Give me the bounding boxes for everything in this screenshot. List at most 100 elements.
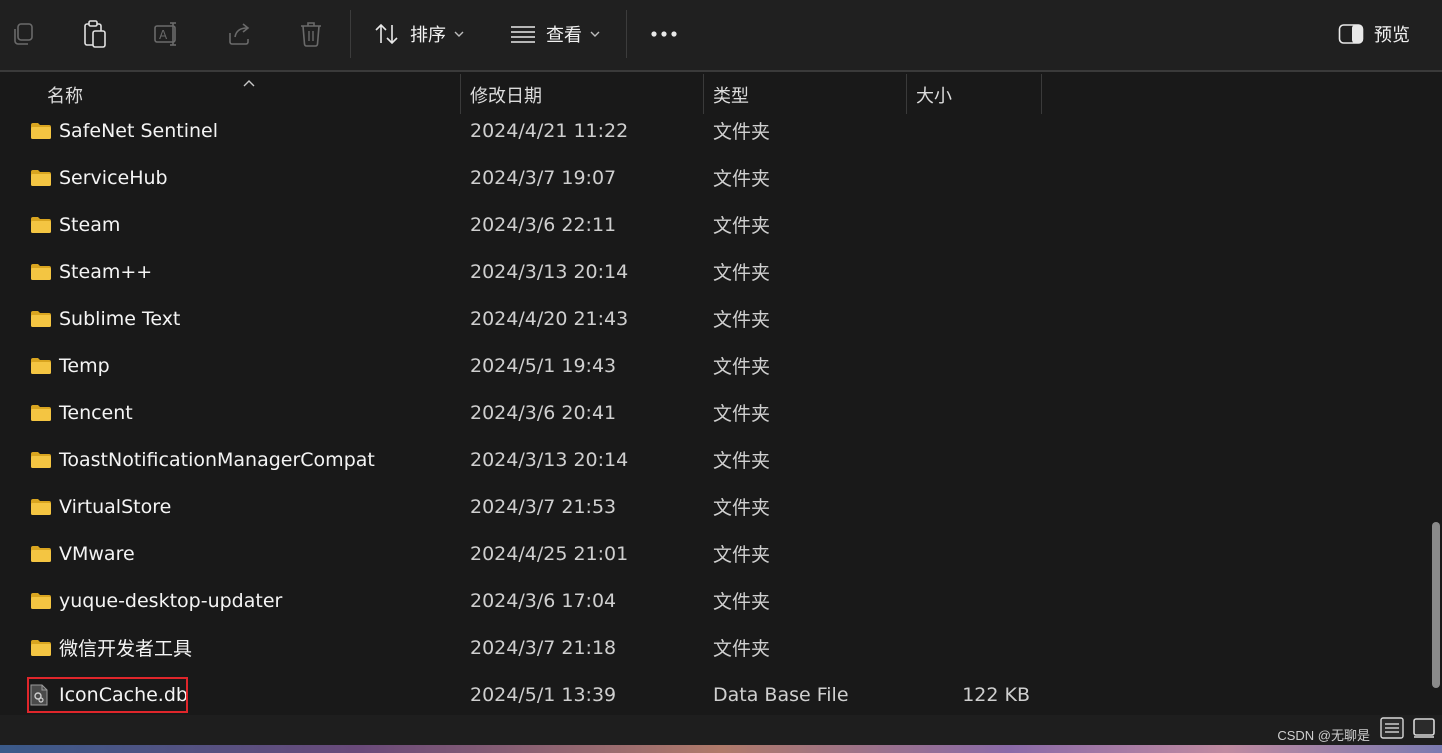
chevron-down-icon bbox=[590, 31, 600, 38]
file-name-cell[interactable]: yuque-desktop-updater bbox=[30, 577, 282, 624]
copy-icon bbox=[10, 21, 36, 47]
file-date: 2024/3/13 20:14 bbox=[470, 260, 629, 283]
sort-icon bbox=[374, 22, 400, 46]
view-button[interactable]: 查看 bbox=[510, 14, 600, 54]
folder-icon bbox=[30, 543, 52, 565]
file-type: 文件夹 bbox=[713, 450, 771, 472]
file-size bbox=[906, 342, 1030, 389]
file-name: ToastNotificationManagerCompat bbox=[59, 448, 375, 471]
file-type: 文件夹 bbox=[713, 121, 771, 143]
file-row[interactable]: 微信开发者工具 2024/3/7 21:18 文件夹 bbox=[0, 624, 1430, 671]
rename-button[interactable]: A bbox=[152, 14, 182, 54]
file-size bbox=[906, 154, 1030, 201]
file-size: 122 KB bbox=[962, 683, 1030, 706]
file-row[interactable]: Sublime Text 2024/4/20 21:43 文件夹 bbox=[0, 295, 1430, 342]
file-row[interactable]: Steam++ 2024/3/13 20:14 文件夹 bbox=[0, 248, 1430, 295]
file-date: 2024/3/6 22:11 bbox=[470, 213, 617, 236]
file-size bbox=[906, 436, 1030, 483]
file-type: 文件夹 bbox=[713, 591, 771, 613]
delete-button[interactable] bbox=[296, 14, 326, 54]
desktop-background-strip bbox=[0, 745, 1442, 753]
file-name: Steam++ bbox=[59, 260, 153, 283]
file-name-cell[interactable]: Sublime Text bbox=[30, 295, 180, 342]
svg-text:A: A bbox=[159, 28, 168, 42]
file-date: 2024/5/1 19:43 bbox=[470, 354, 617, 377]
file-type: 文件夹 bbox=[713, 356, 771, 378]
details-view-icon bbox=[1380, 717, 1404, 743]
file-date: 2024/3/6 17:04 bbox=[470, 589, 617, 612]
paste-button[interactable] bbox=[80, 14, 110, 54]
highlight-box bbox=[27, 677, 188, 713]
file-name-cell[interactable]: Steam bbox=[30, 201, 120, 248]
file-name: yuque-desktop-updater bbox=[59, 589, 283, 612]
watermark: CSDN @无聊是 bbox=[1277, 728, 1370, 743]
column-header-date-label: 修改日期 bbox=[470, 86, 542, 107]
file-explorer-window: A 排序 查看 预览 名称 修改日期 类型 大小 SafeNet Sentine… bbox=[0, 0, 1442, 753]
file-name-cell[interactable]: VMware bbox=[30, 530, 135, 577]
chevron-down-icon bbox=[454, 31, 464, 38]
more-options-button[interactable] bbox=[648, 14, 680, 54]
folder-icon bbox=[30, 167, 52, 189]
file-name-cell[interactable]: ToastNotificationManagerCompat bbox=[30, 436, 375, 483]
file-date: 2024/5/1 13:39 bbox=[470, 683, 617, 706]
file-size bbox=[906, 577, 1030, 624]
copy-button[interactable] bbox=[8, 14, 38, 54]
file-date: 2024/3/13 20:14 bbox=[470, 448, 629, 471]
file-date: 2024/4/21 11:22 bbox=[470, 119, 629, 142]
more-icon bbox=[650, 30, 678, 38]
file-type: 文件夹 bbox=[713, 403, 771, 425]
file-row[interactable]: Steam 2024/3/6 22:11 文件夹 bbox=[0, 201, 1430, 248]
file-size bbox=[906, 389, 1030, 436]
file-date: 2024/4/20 21:43 bbox=[470, 307, 629, 330]
details-view-button[interactable] bbox=[1378, 716, 1406, 744]
file-row[interactable]: SafeNet Sentinel 2024/4/21 11:22 文件夹 bbox=[0, 107, 1430, 154]
file-size bbox=[906, 248, 1030, 295]
folder-icon bbox=[30, 120, 52, 142]
file-row[interactable]: Temp 2024/5/1 19:43 文件夹 bbox=[0, 342, 1430, 389]
file-type: 文件夹 bbox=[713, 215, 771, 237]
file-size bbox=[906, 107, 1030, 154]
file-type: 文件夹 bbox=[713, 262, 771, 284]
share-button[interactable] bbox=[224, 14, 254, 54]
file-name: ServiceHub bbox=[59, 166, 168, 189]
file-date: 2024/3/7 21:18 bbox=[470, 636, 617, 659]
file-name: 微信开发者工具 bbox=[59, 638, 193, 660]
file-row[interactable]: Tencent 2024/3/6 20:41 文件夹 bbox=[0, 389, 1430, 436]
file-row[interactable]: ToastNotificationManagerCompat 2024/3/13 … bbox=[0, 436, 1430, 483]
file-type: 文件夹 bbox=[713, 497, 771, 519]
file-size bbox=[906, 530, 1030, 577]
file-type: 文件夹 bbox=[713, 638, 771, 660]
file-name-cell[interactable]: Steam++ bbox=[30, 248, 152, 295]
preview-pane-button[interactable]: 预览 bbox=[1338, 14, 1410, 54]
file-row[interactable]: IconCache.db 2024/5/1 13:39 Data Base File… bbox=[0, 671, 1430, 718]
sort-button[interactable]: 排序 bbox=[374, 14, 464, 54]
scrollbar-thumb[interactable] bbox=[1432, 522, 1440, 688]
file-row[interactable]: VMware 2024/4/25 21:01 文件夹 bbox=[0, 530, 1430, 577]
file-name-cell[interactable]: Temp bbox=[30, 342, 110, 389]
column-header-type-label: 类型 bbox=[713, 86, 749, 107]
share-icon bbox=[226, 21, 252, 47]
file-date: 2024/3/6 20:41 bbox=[470, 401, 617, 424]
file-name-cell[interactable]: 微信开发者工具 bbox=[30, 624, 192, 671]
file-row[interactable]: yuque-desktop-updater 2024/3/6 17:04 文件夹 bbox=[0, 577, 1430, 624]
large-icons-view-button[interactable] bbox=[1410, 716, 1438, 744]
file-type: 文件夹 bbox=[713, 168, 771, 190]
file-name-cell[interactable]: ServiceHub bbox=[30, 154, 168, 201]
paste-icon bbox=[82, 19, 108, 49]
file-name-cell[interactable]: VirtualStore bbox=[30, 483, 171, 530]
file-row[interactable]: VirtualStore 2024/3/7 21:53 文件夹 bbox=[0, 483, 1430, 530]
file-name: Steam bbox=[59, 213, 121, 236]
file-name-cell[interactable]: Tencent bbox=[30, 389, 133, 436]
view-label: 查看 bbox=[546, 25, 582, 46]
folder-icon bbox=[30, 449, 52, 471]
rename-icon: A bbox=[153, 21, 181, 47]
preview-pane-icon bbox=[1338, 23, 1364, 45]
folder-icon bbox=[30, 261, 52, 283]
large-icons-view-icon bbox=[1412, 717, 1436, 743]
file-name-cell[interactable]: SafeNet Sentinel bbox=[30, 107, 218, 154]
file-date: 2024/3/7 21:53 bbox=[470, 495, 617, 518]
file-type: 文件夹 bbox=[713, 309, 771, 331]
file-row[interactable]: ServiceHub 2024/3/7 19:07 文件夹 bbox=[0, 154, 1430, 201]
folder-icon bbox=[30, 214, 52, 236]
folder-icon bbox=[30, 590, 52, 612]
